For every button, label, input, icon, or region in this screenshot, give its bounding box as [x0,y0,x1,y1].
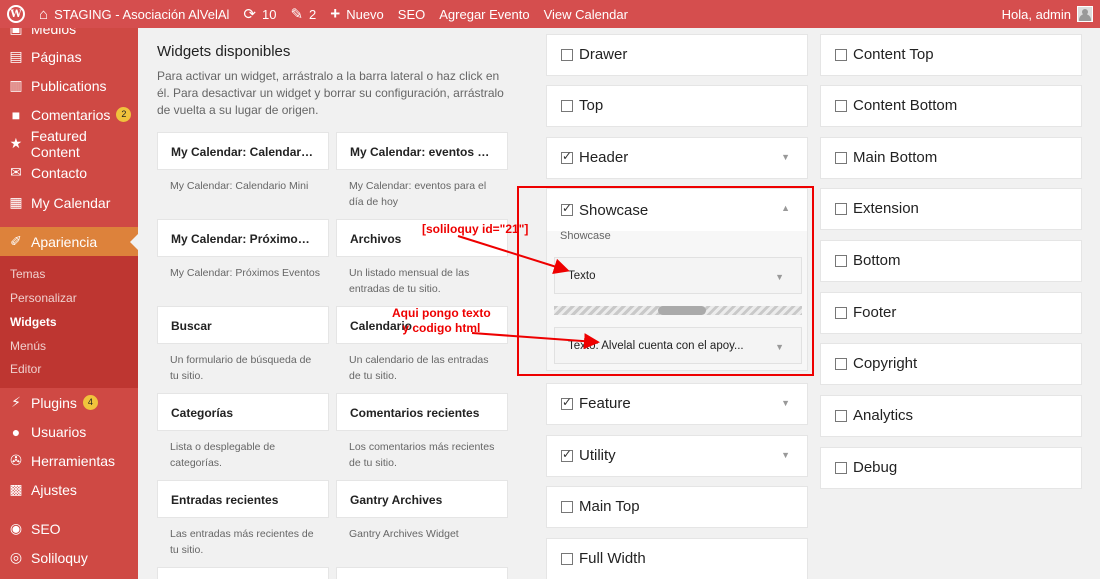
annotation-arrow [457,235,570,275]
annotation-arrow [471,332,600,350]
annotation-arrows [457,235,600,350]
